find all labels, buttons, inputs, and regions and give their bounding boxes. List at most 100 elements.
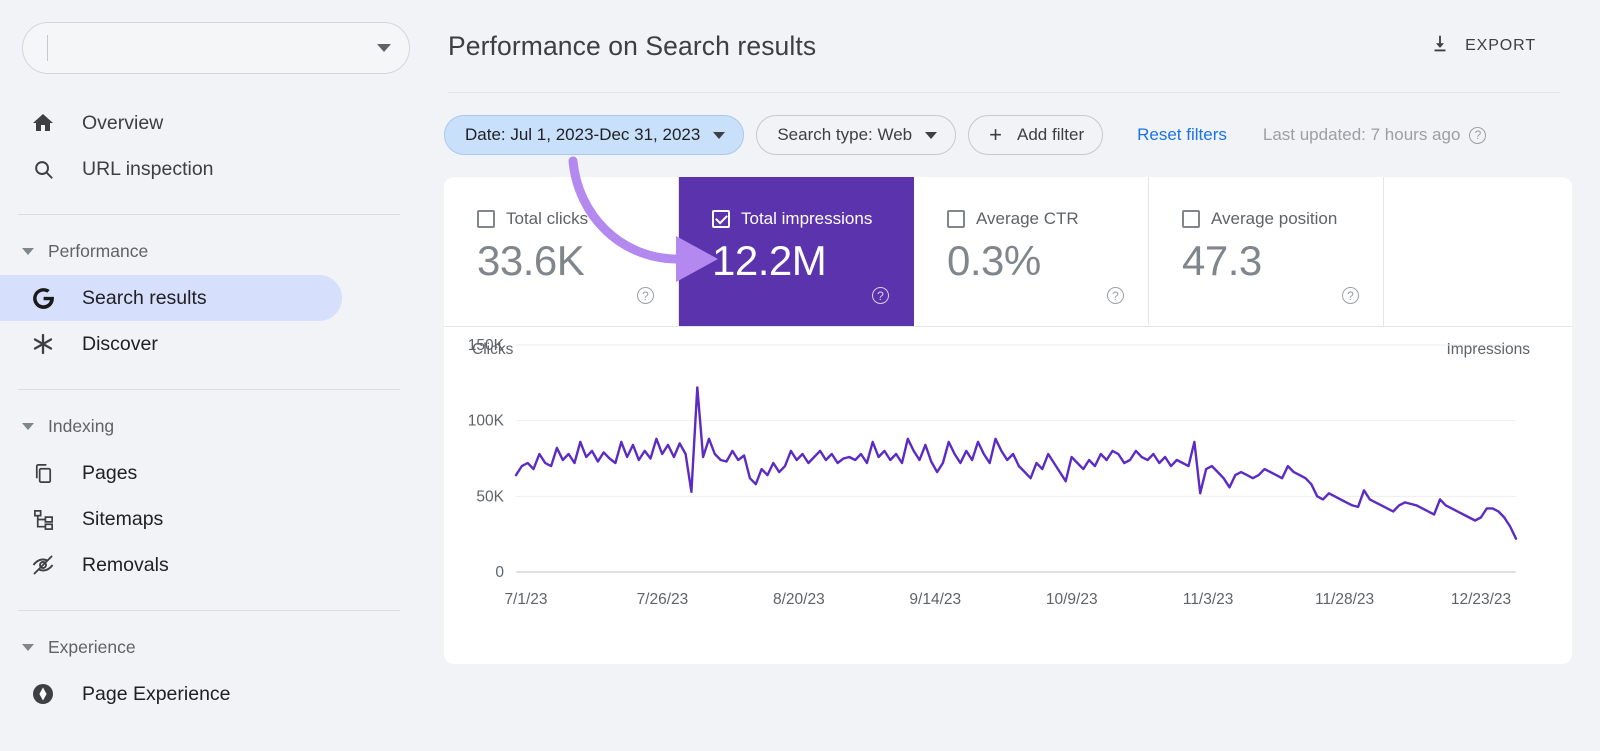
plus-icon: + xyxy=(989,122,1003,147)
filter-bar: Date: Jul 1, 2023-Dec 31, 2023 Search ty… xyxy=(430,93,1572,155)
eye-off-icon xyxy=(30,553,56,577)
help-icon[interactable]: ? xyxy=(1342,287,1359,304)
metric-cards: Total clicks 33.6K ? Total impressions 1… xyxy=(444,177,1572,327)
property-selector[interactable] xyxy=(22,22,410,74)
chart-y-tick-label: 100K xyxy=(468,413,505,430)
chart-y-tick-label: 0 xyxy=(495,564,504,581)
chart-series-impressions xyxy=(514,386,1518,540)
sidebar-item-label: Discover xyxy=(82,332,158,355)
google-g-icon xyxy=(30,286,56,311)
sidebar-group-label: Performance xyxy=(48,240,149,261)
sidebar-item-pages[interactable]: Pages xyxy=(0,450,342,496)
metric-header: Total clicks xyxy=(477,209,678,229)
sidebar-item-label: URL inspection xyxy=(82,157,214,180)
sidebar-item-label: Pages xyxy=(82,461,138,484)
help-icon[interactable]: ? xyxy=(637,287,654,304)
sidebar-item-label: Search results xyxy=(82,286,207,309)
chevron-down-icon xyxy=(22,247,34,255)
chart-x-tick-label: 9/14/23 xyxy=(909,591,961,608)
performance-panel: Total clicks 33.6K ? Total impressions 1… xyxy=(444,177,1572,664)
chevron-down-icon xyxy=(22,643,34,651)
chart-x-tick-label: 7/1/23 xyxy=(504,591,547,608)
checkbox-average-position[interactable] xyxy=(1182,210,1200,228)
sitemaps-icon xyxy=(30,508,56,531)
page-experience-icon xyxy=(30,682,56,706)
sidebar-subnav-experience: Page Experience xyxy=(0,671,430,717)
metric-header: Average position xyxy=(1182,209,1383,229)
checkbox-total-impressions[interactable] xyxy=(712,210,730,228)
metric-label: Average CTR xyxy=(976,209,1079,228)
chevron-down-icon xyxy=(925,131,938,139)
chart-x-tick-label: 11/28/23 xyxy=(1315,591,1374,608)
chevron-down-icon xyxy=(22,422,34,430)
last-updated-status: Last updated: 7 hours ago ? xyxy=(1263,125,1487,145)
sidebar-group-indexing[interactable]: Indexing xyxy=(0,404,430,448)
main-content: Performance on Search results EXPORT Dat… xyxy=(430,0,1600,751)
metric-card-average-ctr[interactable]: Average CTR 0.3% ? xyxy=(914,177,1149,326)
metric-header: Average CTR xyxy=(947,209,1148,229)
chevron-down-icon xyxy=(377,44,391,52)
help-icon[interactable]: ? xyxy=(1469,126,1487,144)
download-icon xyxy=(1429,33,1451,60)
page-title: Performance on Search results xyxy=(448,30,817,61)
sidebar-item-search-results[interactable]: Search results xyxy=(0,275,342,321)
reset-filters-link[interactable]: Reset filters xyxy=(1137,125,1227,145)
help-icon[interactable]: ? xyxy=(1107,287,1124,304)
pages-icon xyxy=(30,462,56,485)
chart-x-tick-label: 12/23/23 xyxy=(1451,591,1511,608)
search-type-filter-chip[interactable]: Search type: Web xyxy=(756,115,957,155)
metric-card-total-impressions[interactable]: Total impressions 12.2M ? xyxy=(679,177,914,326)
sidebar-item-page-experience[interactable]: Page Experience xyxy=(0,671,342,717)
chart-x-tick-label: 7/26/23 xyxy=(637,591,689,608)
add-filter-label: Add filter xyxy=(1017,125,1085,144)
sidebar-group-experience[interactable]: Experience xyxy=(0,625,430,669)
export-button[interactable]: EXPORT xyxy=(1429,33,1572,60)
metric-cards-filler xyxy=(1384,177,1572,326)
help-icon[interactable]: ? xyxy=(872,287,889,304)
sidebar-item-removals[interactable]: Removals xyxy=(0,542,342,588)
sidebar-group-label: Indexing xyxy=(48,415,115,436)
sidebar-item-label: Sitemaps xyxy=(82,507,164,530)
date-filter-label: Date: Jul 1, 2023-Dec 31, 2023 xyxy=(465,125,701,144)
sidebar-item-discover[interactable]: Discover xyxy=(0,321,342,367)
metric-card-total-clicks[interactable]: Total clicks 33.6K ? xyxy=(444,177,679,326)
metric-value: 33.6K xyxy=(477,237,585,284)
sidebar-group-performance[interactable]: Performance xyxy=(0,229,430,273)
chart-y-tick-label: 50K xyxy=(476,488,504,505)
sidebar-item-label: Overview xyxy=(82,111,164,134)
chart-canvas: 150K 100K 50K 07/1/23 7/26/23 8/20/23 9/14/23 1… xyxy=(468,337,1518,608)
property-selector-cursor xyxy=(47,35,48,61)
sidebar-divider-2 xyxy=(18,389,400,390)
sidebar: Overview URL inspection Performance Sear… xyxy=(0,0,430,751)
home-icon xyxy=(30,111,56,135)
search-type-label: Search type: Web xyxy=(777,125,913,144)
sidebar-item-label: Page Experience xyxy=(82,682,231,705)
sidebar-item-url-inspection[interactable]: URL inspection xyxy=(0,146,342,192)
property-selector-caret[interactable] xyxy=(377,44,391,52)
sidebar-divider-3 xyxy=(18,610,400,611)
sidebar-nav: Overview URL inspection Performance Sear… xyxy=(0,100,430,717)
checkbox-average-ctr[interactable] xyxy=(947,210,965,228)
add-filter-button[interactable]: + Add filter xyxy=(968,115,1104,155)
sidebar-item-sitemaps[interactable]: Sitemaps xyxy=(0,496,342,542)
last-updated-text: Last updated: 7 hours ago xyxy=(1262,125,1461,144)
sidebar-divider-1 xyxy=(18,214,400,215)
export-label: EXPORT xyxy=(1465,37,1536,54)
chart-x-tick-label: 8/20/23 xyxy=(773,591,825,608)
search-icon xyxy=(30,158,56,181)
sidebar-item-label: Removals xyxy=(82,553,169,576)
sidebar-subnav-indexing: Pages Sitemaps Removals xyxy=(0,450,430,588)
chevron-down-icon xyxy=(713,131,726,139)
chart-x-tick-label: 10/9/23 xyxy=(1046,591,1098,608)
metric-card-average-position[interactable]: Average position 47.3 ? xyxy=(1149,177,1384,326)
sidebar-item-overview[interactable]: Overview xyxy=(0,100,342,146)
search-console-page: Overview URL inspection Performance Sear… xyxy=(0,0,1600,751)
checkbox-total-clicks[interactable] xyxy=(477,210,495,228)
metric-value: 12.2M xyxy=(712,237,827,284)
date-filter-chip[interactable]: Date: Jul 1, 2023-Dec 31, 2023 xyxy=(444,115,745,155)
chart-y-tick-label: 150K xyxy=(468,337,505,354)
metric-label: Total clicks xyxy=(506,209,589,228)
metric-label: Total impressions xyxy=(741,209,873,228)
metric-header: Total impressions xyxy=(712,209,913,229)
asterisk-icon xyxy=(30,332,56,356)
